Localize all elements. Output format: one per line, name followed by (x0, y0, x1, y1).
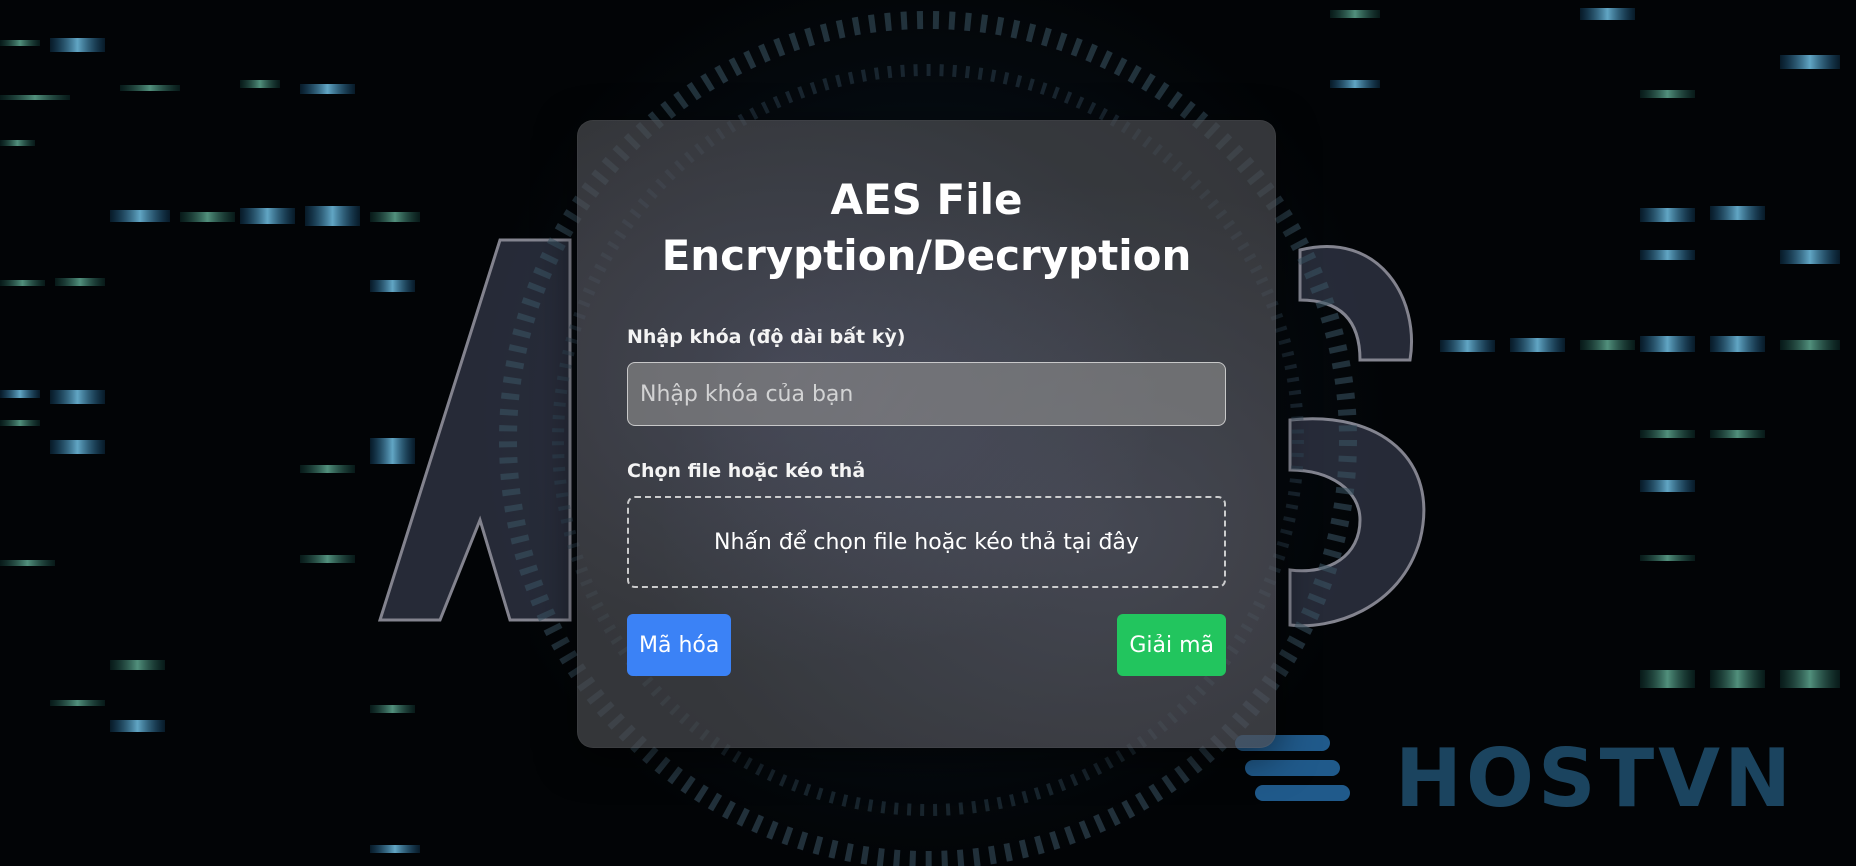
page: HOSTVN AES File Encryption/Decryption Nh… (0, 0, 1856, 866)
key-input[interactable] (627, 362, 1226, 426)
encryption-panel: AES File Encryption/Decryption Nhập khóa… (577, 120, 1276, 748)
encrypt-button[interactable]: Mã hóa (627, 614, 732, 676)
decrypt-button[interactable]: Giải mã (1117, 614, 1226, 676)
left-data-bars (0, 38, 420, 853)
key-label: Nhập khóa (độ dài bất kỳ) (627, 326, 906, 348)
file-label: Chọn file hoặc kéo thả (627, 460, 866, 482)
page-title: AES File Encryption/Decryption (661, 175, 1192, 280)
action-buttons: Mã hóa Giải mã (627, 614, 1226, 676)
hostvn-logo-text: HOSTVN (1395, 732, 1796, 825)
file-drop-zone[interactable]: Nhấn để chọn file hoặc kéo thả tại đây (627, 496, 1226, 588)
drop-zone-text: Nhấn để chọn file hoặc kéo thả tại đây (714, 529, 1139, 555)
